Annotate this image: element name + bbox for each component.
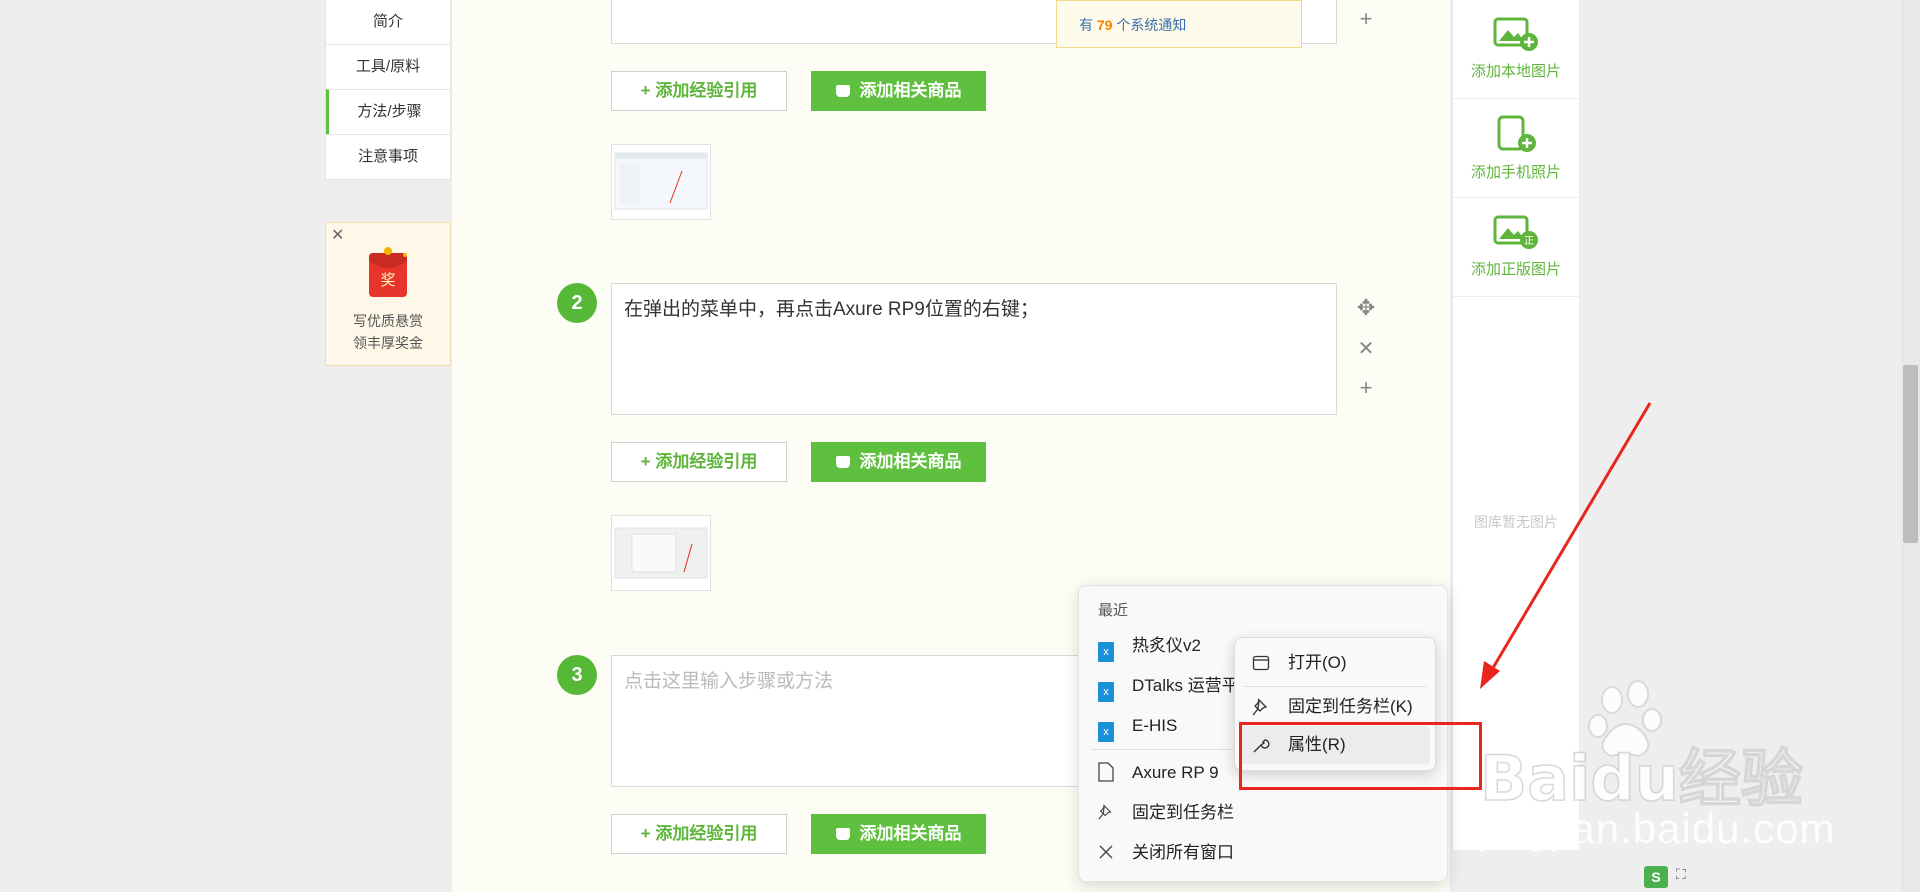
- notice-count: 79: [1096, 17, 1113, 33]
- add-goods-button[interactable]: 添加相关商品: [811, 71, 986, 111]
- window-icon: [1252, 655, 1270, 671]
- add-goods-label: 添加相关商品: [859, 824, 962, 843]
- outline-nav: 简介 工具/原料 方法/步骤 注意事项: [325, 0, 451, 180]
- recent-header: 最近: [1098, 602, 1129, 619]
- step-3-number: 3: [557, 655, 597, 695]
- pin-icon: [1098, 804, 1112, 820]
- annotation-highlight-box: [1239, 722, 1482, 790]
- document-icon: [1098, 762, 1114, 782]
- recent-file-3[interactable]: x E-HIS: [1098, 711, 1178, 742]
- pin-label: 固定到任务栏: [1132, 803, 1234, 822]
- step-2-input[interactable]: 在弹出的菜单中，再点击Axure RP9位置的右键；: [611, 283, 1337, 415]
- reward-badge: 奖: [380, 271, 395, 289]
- add-goods-button-2[interactable]: 添加相关商品: [811, 442, 986, 482]
- add-step-icon-2[interactable]: +: [1352, 375, 1380, 401]
- image-add-icon: [1493, 17, 1538, 51]
- axure-file-icon: x: [1098, 642, 1114, 662]
- notice-prefix: 有: [1079, 17, 1097, 33]
- axure-file-icon: x: [1098, 722, 1114, 742]
- screenshot-thumbnail-icon: [614, 527, 708, 579]
- add-reference-button-3[interactable]: + 添加经验引用: [611, 814, 787, 854]
- recent-file-2-label: DTalks 运营平: [1132, 676, 1239, 695]
- pin-taskbar-menu-item[interactable]: 固定到任务栏(K): [1240, 688, 1430, 726]
- delete-step-icon[interactable]: ✕: [1352, 336, 1380, 361]
- reward-text: 写优质悬赏 领丰厚奖金: [326, 310, 450, 354]
- step-2-number: 2: [557, 283, 597, 323]
- open-menu-item[interactable]: 打开(O): [1240, 644, 1430, 682]
- baidu-paw-logo: Baidu经验: [1480, 680, 1804, 810]
- licensed-image-icon: 正: [1493, 215, 1538, 249]
- add-local-image-label: 添加本地图片: [1470, 63, 1561, 80]
- pin-to-taskbar-item[interactable]: 固定到任务栏: [1098, 798, 1234, 828]
- outline-item-intro[interactable]: 简介: [326, 0, 450, 44]
- recent-file-1[interactable]: x 热炙仪v2: [1098, 631, 1201, 662]
- close-all-label: 关闭所有窗口: [1132, 843, 1234, 862]
- axure-file-icon: x: [1098, 682, 1114, 702]
- screenshot-thumbnail-icon: [614, 152, 708, 210]
- system-notice[interactable]: 有 79 个系统通知: [1056, 0, 1302, 48]
- recent-file-1-label: 热炙仪v2: [1132, 636, 1201, 655]
- add-reference-button[interactable]: + 添加经验引用: [611, 71, 787, 111]
- notice-suffix: 个系统通知: [1112, 17, 1187, 33]
- close-all-windows-item[interactable]: 关闭所有窗口: [1098, 838, 1234, 868]
- bag-icon: [835, 828, 850, 840]
- add-phone-photo-button[interactable]: 添加手机照片: [1453, 99, 1579, 198]
- open-label: 打开(O): [1288, 653, 1347, 672]
- add-local-image-button[interactable]: 添加本地图片: [1453, 0, 1579, 99]
- close-icon: [1099, 845, 1113, 859]
- bag-icon: [835, 456, 850, 468]
- recent-file-3-label: E-HIS: [1132, 716, 1178, 735]
- bag-icon: [835, 85, 850, 97]
- watermark-url: jingyan.baidu.com: [1480, 805, 1836, 852]
- add-reference-button-2[interactable]: + 添加经验引用: [611, 442, 787, 482]
- outline-item-steps[interactable]: 方法/步骤: [326, 89, 450, 134]
- add-goods-label: 添加相关商品: [859, 81, 962, 100]
- reward-banner[interactable]: ✕ 奖 写优质悬赏 领丰厚奖金: [325, 222, 451, 366]
- add-licensed-image-button[interactable]: 正 添加正版图片: [1453, 198, 1579, 297]
- pin-icon: [1252, 698, 1268, 716]
- expand-icon[interactable]: ⛶: [1676, 866, 1692, 888]
- add-step-icon[interactable]: +: [1352, 6, 1380, 32]
- scrollbar-thumb[interactable]: [1903, 365, 1918, 543]
- recent-file-2[interactable]: x DTalks 运营平: [1098, 671, 1239, 702]
- menu-divider: [1243, 686, 1427, 687]
- step-1-image-thumbnail[interactable]: [611, 144, 711, 220]
- outline-item-tools[interactable]: 工具/原料: [326, 44, 450, 89]
- add-licensed-image-label: 添加正版图片: [1470, 261, 1561, 278]
- reward-line2: 领丰厚奖金: [353, 335, 423, 351]
- close-icon[interactable]: ✕: [331, 225, 344, 245]
- app-entry[interactable]: Axure RP 9: [1098, 758, 1219, 788]
- red-envelope-icon: 奖: [369, 247, 407, 297]
- step-2-image-thumbnail[interactable]: [611, 515, 711, 591]
- app-entry-label: Axure RP 9: [1132, 763, 1219, 782]
- add-goods-label: 添加相关商品: [859, 452, 962, 471]
- s-logo-icon[interactable]: S: [1644, 866, 1668, 888]
- reward-line1: 写优质悬赏: [353, 313, 423, 329]
- add-phone-photo-label: 添加手机照片: [1470, 164, 1561, 181]
- svg-text:正: 正: [1524, 236, 1534, 247]
- watermark-brand: Baidu经验: [1480, 742, 1803, 810]
- move-icon[interactable]: ✥: [1352, 295, 1380, 321]
- pin-taskbar-label: 固定到任务栏(K): [1288, 697, 1413, 716]
- outline-item-notes[interactable]: 注意事项: [326, 134, 450, 179]
- annotation-arrow-icon: [1480, 402, 1652, 689]
- phone-add-icon: [1497, 115, 1536, 152]
- add-goods-button-3[interactable]: 添加相关商品: [811, 814, 986, 854]
